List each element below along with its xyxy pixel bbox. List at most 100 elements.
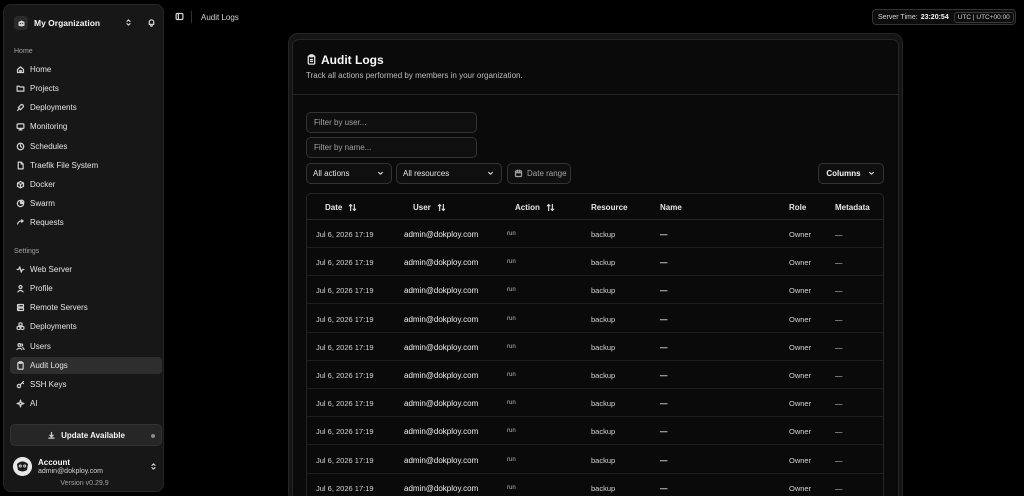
sidebar-item-profile[interactable]: Profile [10, 280, 162, 297]
sidebar-item-label: Audit Logs [30, 360, 68, 370]
sidebar-item-label: Swarm [30, 199, 55, 209]
table-row[interactable]: Jul 6, 2026 17:19 admin@dokploy.com run bac… [307, 446, 883, 474]
cell-action: run [507, 428, 516, 435]
clipboard-icon [17, 360, 24, 370]
cell-role: Owner [789, 258, 812, 268]
sidebar-item-label: SSH Keys [30, 379, 67, 389]
sidebar-item-users[interactable]: Users [10, 338, 162, 355]
table-row[interactable]: Jul 6, 2026 17:19 admin@dokploy.com run bac… [307, 276, 883, 305]
column-header-date-label: Date [325, 203, 343, 212]
sidebar-item-label: Home [30, 65, 52, 74]
users-icon [16, 342, 25, 350]
rocket-icon [16, 104, 25, 112]
cell-name: — [660, 342, 668, 352]
cell-metadata: — [835, 371, 843, 380]
filter-name-input[interactable] [306, 137, 477, 158]
pie-icon [16, 199, 25, 208]
chevrons-up-down-icon[interactable] [124, 18, 133, 27]
sort-icon [437, 203, 446, 212]
cell-action: run [507, 259, 516, 266]
server-time-label: Server Time: [878, 13, 918, 21]
sidebar-item-requests[interactable]: Requests [10, 214, 162, 231]
cell-user: admin@dokploy.com [404, 427, 479, 437]
cell-date: Jul 6, 2026 17:19 [316, 230, 374, 239]
cell-user: admin@dokploy.com [404, 286, 479, 296]
sidebar-item-traefik-file-system[interactable]: Traefik File System [10, 157, 162, 174]
sidebar-item-ssh-keys[interactable]: SSH Keys [10, 376, 162, 393]
sidebar-item-label: Schedules [30, 141, 68, 151]
sidebar-item-label: Deployments [30, 322, 77, 332]
table-row[interactable]: Jul 6, 2026 17:19 admin@dokploy.com run bac… [307, 305, 883, 333]
cell-resource: backup [591, 286, 616, 296]
org-name: My Organization [34, 18, 101, 28]
column-header-action[interactable]: Action [515, 203, 555, 212]
sidebar-item-web-server[interactable]: Web Server [10, 261, 162, 278]
sidebar-item-ai[interactable]: AI [10, 395, 162, 412]
columns-button[interactable]: Columns [818, 163, 884, 184]
cell-name: — [660, 455, 668, 465]
sort-icon [348, 203, 357, 212]
sidebar-item-label: Docker [30, 179, 56, 189]
cell-date: Jul 6, 2026 17:19 [316, 427, 374, 437]
table-row[interactable]: Jul 6, 2026 17:19 admin@dokploy.com run bac… [307, 474, 883, 496]
cell-action: run [507, 343, 516, 350]
org-switcher[interactable]: My Organization [10, 13, 159, 33]
column-header-user-label: User [413, 203, 431, 212]
sidebar-item-docker[interactable]: Docker [10, 176, 162, 193]
table-row[interactable]: Jul 6, 2026 17:19 admin@dokploy.com run bac… [307, 389, 883, 418]
filter-user-input[interactable] [306, 112, 477, 133]
sidebar-toggle-icon[interactable] [175, 12, 184, 21]
cell-date: Jul 6, 2026 17:19 [316, 399, 374, 409]
column-header-date[interactable]: Date [325, 203, 357, 212]
sidebar-item-label: Requests [30, 218, 64, 228]
cell-resource: backup [591, 455, 616, 465]
sidebar-item-audit-logs[interactable]: Audit Logs [10, 356, 162, 374]
home-icon [16, 66, 25, 74]
account-menu[interactable]: Account admin@dokploy.com [13, 456, 161, 478]
sort-icon [546, 203, 555, 212]
sidebar-item-label: Profile [30, 284, 53, 294]
cell-role: Owner [789, 286, 812, 296]
sidebar-item-swarm[interactable]: Swarm [10, 195, 162, 212]
cell-resource: backup [591, 483, 616, 493]
date-range-button[interactable]: Date range [507, 163, 571, 184]
cell-action: run [507, 484, 516, 491]
actions-select[interactable]: All actions [306, 163, 392, 184]
table-row[interactable]: Jul 6, 2026 17:19 admin@dokploy.com run bac… [307, 248, 883, 277]
cell-role: Owner [789, 455, 812, 465]
cell-role: Owner [789, 371, 812, 380]
update-available-button[interactable]: Update Available [10, 424, 162, 446]
cell-date: Jul 6, 2026 17:19 [316, 286, 374, 296]
box-icon [16, 180, 25, 189]
cell-action: run [507, 315, 516, 322]
bell-icon[interactable] [147, 18, 156, 27]
sidebar-item-deployments[interactable]: Deployments [10, 99, 162, 116]
sidebar-item-label: Remote Servers [30, 303, 88, 313]
table-row[interactable]: Jul 6, 2026 17:19 admin@dokploy.com run bac… [307, 220, 883, 248]
cell-action: run [507, 372, 516, 378]
sidebar-item-schedules[interactable]: Schedules [10, 138, 162, 155]
sidebar-item-label: Deployments [30, 103, 77, 113]
cell-user: admin@dokploy.com [404, 399, 479, 409]
cell-role: Owner [789, 342, 812, 352]
resources-select[interactable]: All resources [396, 163, 502, 184]
column-header-role-label: Role [789, 203, 807, 212]
table-row[interactable]: Jul 6, 2026 17:19 admin@dokploy.com run bac… [307, 333, 883, 361]
date-range-label: Date range [527, 169, 567, 178]
cell-resource: backup [591, 258, 616, 268]
sidebar-item-projects[interactable]: Projects [10, 80, 162, 97]
cell-resource: backup [591, 342, 616, 352]
cell-name: — [660, 230, 668, 239]
page-title: Audit Logs [321, 53, 384, 67]
cell-date: Jul 6, 2026 17:19 [316, 342, 374, 352]
table-row[interactable]: Jul 6, 2026 17:19 admin@dokploy.com run bac… [307, 417, 883, 446]
sidebar-item-remote-servers[interactable]: Remote Servers [10, 299, 162, 316]
column-header-user[interactable]: User [413, 203, 446, 212]
server-time: Server Time: 23:20:54 UTC | UTC+00:00 [872, 9, 1016, 25]
cell-user: admin@dokploy.com [404, 342, 479, 352]
sidebar-item-deployments[interactable]: Deployments [10, 318, 162, 335]
table-row[interactable]: Jul 6, 2026 17:19 admin@dokploy.com run bac… [307, 361, 883, 389]
sidebar-item-monitoring[interactable]: Monitoring [10, 118, 162, 135]
sidebar-item-home[interactable]: Home [10, 61, 162, 78]
cell-resource: backup [591, 230, 616, 239]
